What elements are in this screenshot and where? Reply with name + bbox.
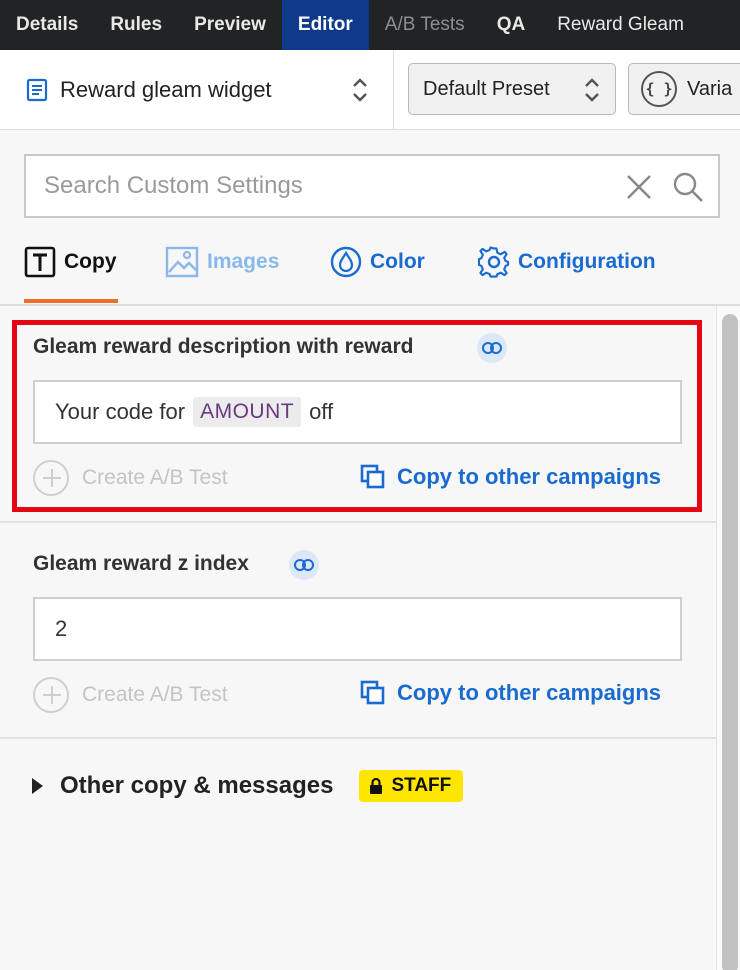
setting-label: Gleam reward z index [33,552,249,575]
link-icon[interactable] [289,550,319,580]
value-prefix: Your code for [55,399,186,424]
chevron-updown-icon [585,78,599,102]
tab-color-label: Color [370,250,425,273]
close-icon[interactable] [624,172,654,202]
widget-toolbar: Reward gleam widget Default Preset { } V… [0,50,740,130]
link-icon[interactable] [477,333,507,363]
widget-selector[interactable]: Reward gleam widget [0,50,394,130]
preset-select[interactable]: Default Preset [408,63,616,115]
tab-rules[interactable]: Rules [94,0,178,50]
amount-token[interactable]: AMOUNT [193,397,302,427]
plus-circle-icon [33,460,69,496]
active-tab-underline [24,299,118,303]
copy-icon [360,464,385,489]
create-ab-test-button[interactable]: Create A/B Test [33,677,228,713]
z-index-value: 2 [55,616,68,641]
search-box [24,154,720,218]
copy-to-campaigns-link[interactable]: Copy to other campaigns [360,680,661,706]
top-nav: Details Rules Preview Editor A/B Tests Q… [0,0,740,50]
copy-to-campaigns-label: Copy to other campaigns [397,464,662,489]
caret-right-icon [32,778,43,794]
search-icon[interactable] [671,170,705,204]
copy-icon [360,680,385,705]
variables-button[interactable]: { } Varia [628,63,740,115]
document-icon [26,78,48,102]
text-icon [24,246,56,278]
setting-label: Gleam reward description with reward [33,335,414,358]
tab-images[interactable]: Images [165,244,279,280]
image-icon [165,246,199,278]
search-input[interactable] [44,168,624,204]
setting-gleam-reward-description: Gleam reward description with reward You… [0,306,716,523]
droplet-icon [330,246,362,278]
chevron-updown-icon [353,78,367,102]
tab-images-label: Images [207,250,280,273]
z-index-field[interactable]: 2 [33,597,682,661]
plus-circle-icon [33,677,69,713]
copy-to-campaigns-link[interactable]: Copy to other campaigns [360,464,661,490]
tab-color[interactable]: Color [330,244,425,280]
scrollbar-thumb[interactable] [722,314,738,970]
copy-to-campaigns-label: Copy to other campaigns [397,680,662,705]
lock-icon [370,777,383,794]
tab-configuration-label: Configuration [518,250,656,273]
settings-list: Gleam reward description with reward You… [0,306,716,970]
create-ab-test-label: Create A/B Test [82,683,228,706]
value-suffix: off [309,399,334,424]
tab-copy[interactable]: Copy [24,244,117,280]
setting-gleam-reward-z-index: Gleam reward z index 2 Create A/B Test C… [0,523,716,739]
tab-configuration[interactable]: Configuration [478,244,656,280]
tab-ab-tests[interactable]: A/B Tests [369,0,481,50]
category-tabs: Copy Images Color Configuration [0,230,740,306]
other-copy-label: Other copy & messages [60,772,334,799]
tab-details[interactable]: Details [0,0,94,50]
braces-icon: { } [641,71,677,107]
preset-label: Default Preset [423,77,550,100]
tab-reward-gleam[interactable]: Reward Gleam [541,0,700,50]
widget-name: Reward gleam widget [60,77,272,102]
staff-badge-label: STAFF [391,775,452,796]
gear-icon [478,246,510,278]
tab-copy-label: Copy [64,250,117,273]
tab-editor[interactable]: Editor [281,0,369,50]
variables-label: Varia [687,77,733,100]
tab-qa[interactable]: QA [481,0,542,50]
reward-description-field[interactable]: Your code for AMOUNT off [33,380,682,444]
staff-badge: STAFF [359,770,464,802]
other-copy-toggle[interactable]: Other copy & messages STAFF [32,770,464,802]
create-ab-test-label: Create A/B Test [82,466,228,489]
create-ab-test-button[interactable]: Create A/B Test [33,460,228,496]
tab-preview[interactable]: Preview [178,0,282,50]
